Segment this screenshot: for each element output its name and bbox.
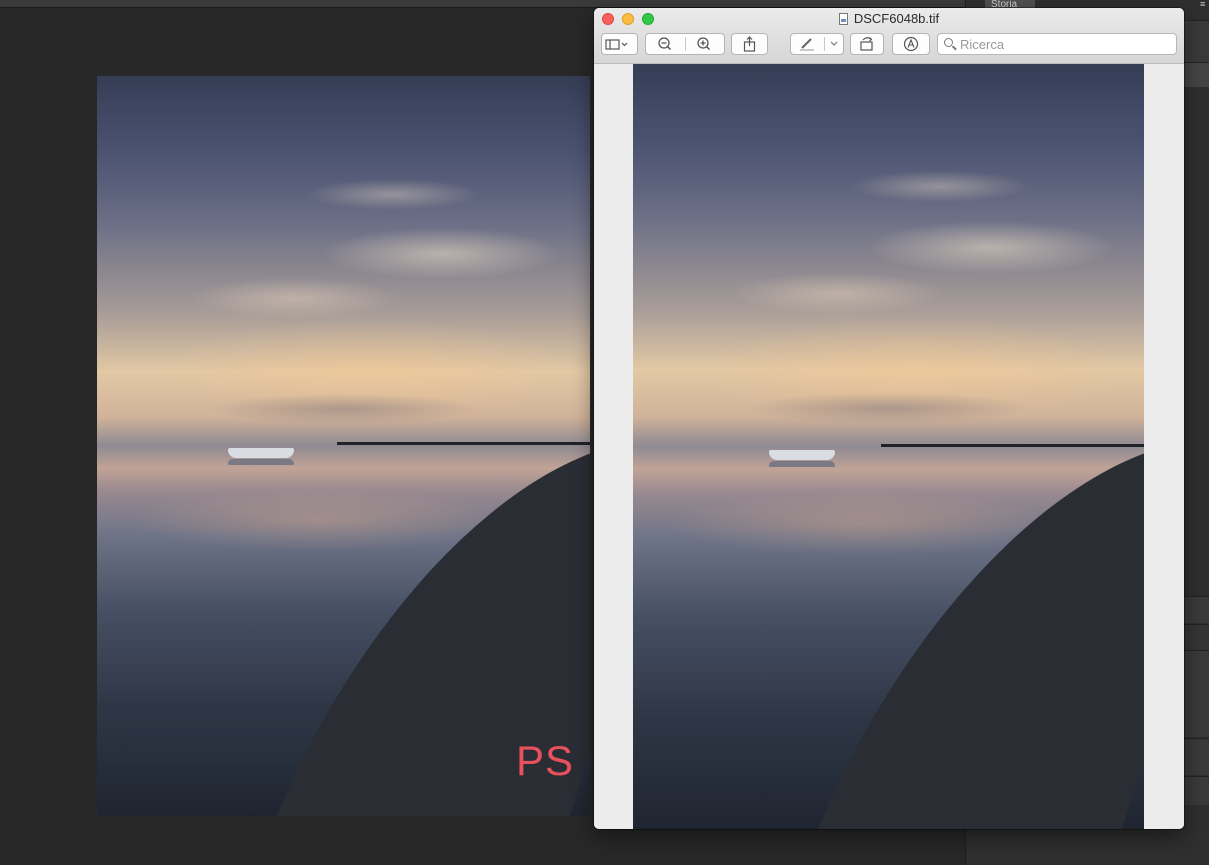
preview-window: DSCF6048b.tif [594, 8, 1184, 829]
search-field[interactable] [937, 33, 1177, 55]
share-button[interactable] [731, 33, 768, 55]
ps-label: PS [516, 737, 575, 784]
document-icon [838, 13, 848, 25]
rotate-icon [860, 37, 873, 51]
share-icon [743, 36, 756, 52]
panel-menu-icon[interactable]: ≡ [1200, 0, 1209, 9]
panel-strip [1184, 62, 1209, 87]
boat-reflection [228, 459, 294, 465]
search-icon [944, 38, 953, 47]
markup-icon [903, 36, 919, 52]
panel-strip [1184, 20, 1209, 63]
panel-strip [1184, 650, 1209, 737]
boat-reflection [769, 461, 835, 467]
zoom-in-button[interactable] [685, 33, 725, 55]
window-title-text: DSCF6048b.tif [853, 11, 940, 26]
zoom-out-icon [658, 37, 672, 51]
sidebar-toggle-button[interactable] [601, 33, 638, 55]
boat [769, 450, 835, 460]
panel-strip [1184, 738, 1209, 775]
zoom-out-button[interactable] [645, 33, 685, 55]
rotate-button[interactable] [850, 33, 884, 55]
photoshop-document-image [97, 76, 590, 816]
markup-pen-button[interactable] [790, 33, 824, 55]
boat [228, 448, 294, 458]
pier [337, 442, 590, 445]
panel-strip [1184, 596, 1209, 623]
pier [881, 444, 1144, 447]
search-input[interactable] [960, 36, 1170, 52]
window-titlebar: DSCF6048b.tif [594, 8, 1184, 64]
window-title: DSCF6048b.tif [594, 11, 1184, 27]
pen-icon [800, 38, 814, 51]
preview-image [633, 64, 1144, 829]
image-viewer[interactable] [594, 64, 1184, 829]
markup-dropdown-button[interactable] [824, 33, 844, 55]
zoom-in-icon [697, 37, 711, 51]
markup-toolbar-button[interactable] [892, 33, 930, 55]
sidebar-icon [605, 39, 628, 50]
chevron-down-icon [830, 41, 838, 46]
panel-strip [1184, 776, 1209, 805]
panel-strip [1184, 624, 1209, 651]
